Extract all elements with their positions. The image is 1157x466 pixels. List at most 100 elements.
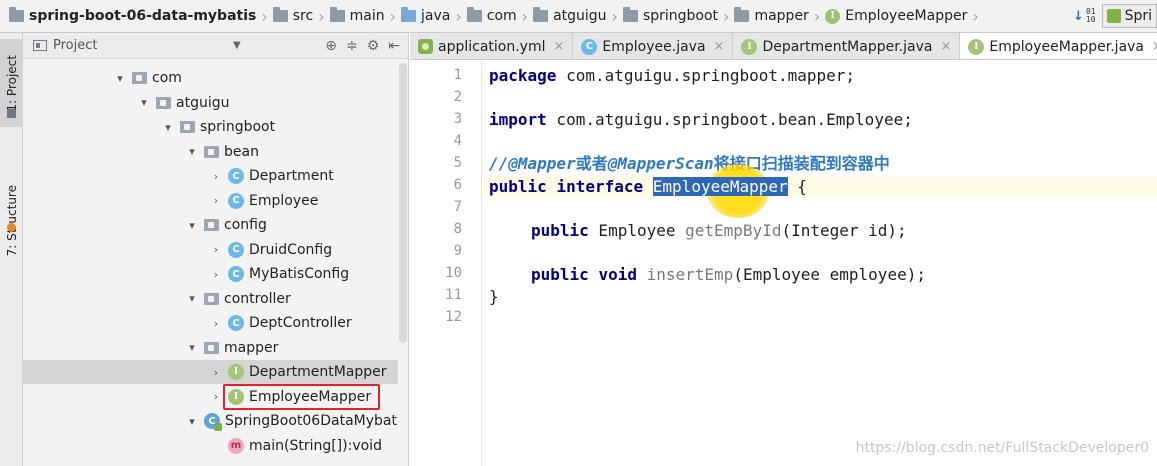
navigation-bar: spring-boot-06-data-mybatis › src › main… xyxy=(0,0,1157,33)
class-icon: C xyxy=(228,192,244,209)
chevron-down-icon[interactable]: ▾ xyxy=(113,72,127,85)
tab-employee-java[interactable]: C Employee.java × xyxy=(573,33,734,59)
run-configuration-label: Spri xyxy=(1124,8,1152,24)
package-icon xyxy=(204,292,219,305)
line-number: 4 xyxy=(453,133,462,149)
chevron-down-icon[interactable]: ▾ xyxy=(137,96,151,109)
chevron-right-icon[interactable]: › xyxy=(209,194,223,207)
chevron-down-icon[interactable]: ▾ xyxy=(185,219,199,232)
scrollbar-thumb[interactable] xyxy=(399,63,407,343)
breadcrumb-label: java xyxy=(421,8,451,24)
chevron-down-icon[interactable]: ▾ xyxy=(185,292,199,305)
tree-item-label: EmployeeMapper xyxy=(249,388,372,405)
code-line-8[interactable]: public Employee getEmpById(Integer id); xyxy=(531,220,907,242)
collapse-all-icon[interactable]: ≑ xyxy=(346,38,358,54)
tree-item-bean[interactable]: ▾ bean xyxy=(23,140,408,164)
code-text: (Integer id); xyxy=(781,221,907,240)
project-window-icon xyxy=(7,109,16,118)
close-icon[interactable]: × xyxy=(714,39,725,54)
chevron-right-icon[interactable]: › xyxy=(209,268,223,281)
tree-item-employee[interactable]: › C Employee xyxy=(23,189,408,213)
chevron-right-icon[interactable]: › xyxy=(209,317,223,330)
chevron-right-icon[interactable]: › xyxy=(209,390,223,403)
tab-label: DepartmentMapper.java xyxy=(762,38,933,55)
comment-text: 或者 xyxy=(575,154,608,173)
code-line-6[interactable]: public interface EmployeeMapper { xyxy=(489,176,807,198)
tree-item-com[interactable]: ▾ com xyxy=(23,66,408,90)
tree-item-department[interactable]: › C Department xyxy=(23,164,408,188)
chevron-right-icon[interactable]: › xyxy=(209,243,223,256)
tree-item-label: com xyxy=(152,70,182,86)
tab-application-yml[interactable]: application.yml × xyxy=(410,33,574,59)
line-number: 12 xyxy=(445,309,462,325)
breadcrumb-springboot[interactable]: springboot xyxy=(620,7,721,24)
tree-item-mybatisconfig[interactable]: › C MyBatisConfig xyxy=(23,262,408,286)
close-icon[interactable]: × xyxy=(1152,39,1157,54)
breadcrumb-employeemapper[interactable]: I EmployeeMapper xyxy=(822,8,970,24)
breadcrumb-main[interactable]: main xyxy=(327,7,388,24)
interface-icon: I xyxy=(228,388,244,405)
breadcrumb-label: spring-boot-06-data-mybatis xyxy=(29,8,257,24)
project-title[interactable]: Project xyxy=(53,38,97,53)
method-icon: m xyxy=(228,437,244,454)
chevron-right-icon[interactable]: › xyxy=(209,170,223,183)
binary-icon[interactable]: 01 10 xyxy=(1086,8,1096,24)
chevron-down-icon[interactable]: ▾ xyxy=(185,145,199,158)
keyword: import xyxy=(489,110,547,129)
code-line-11[interactable]: } xyxy=(489,286,499,308)
tree-item-mapper[interactable]: ▾ mapper xyxy=(23,336,408,360)
line-number: 5 xyxy=(453,155,462,171)
keyword: public xyxy=(531,221,589,240)
chevron-down-icon[interactable]: ▾ xyxy=(161,121,175,134)
chevron-down-icon[interactable]: ▾ xyxy=(185,415,199,428)
tree-item-config[interactable]: ▾ config xyxy=(23,213,408,237)
tree-item-springboot06datamybatis[interactable]: ▾ C SpringBoot06DataMybatis xyxy=(23,409,408,433)
chevron-right-icon[interactable]: › xyxy=(209,366,223,379)
tab-label: application.yml xyxy=(438,38,546,55)
chevron-down-icon[interactable]: ▼ xyxy=(233,40,241,51)
breadcrumb-label: com xyxy=(486,8,517,24)
tree-item-departmentmapper[interactable]: › I DepartmentMapper xyxy=(23,360,408,384)
close-icon[interactable]: × xyxy=(940,39,951,54)
tree-item-employeemapper[interactable]: › I EmployeeMapper xyxy=(23,385,408,409)
run-configuration-select[interactable]: Spri xyxy=(1101,4,1157,28)
tree-item-springboot[interactable]: ▾ springboot xyxy=(23,115,408,139)
breadcrumb-separator: › xyxy=(972,6,979,26)
sort-down-icon[interactable]: ↓ xyxy=(1073,9,1084,24)
code-text: com.atguigu.springboot.mapper; xyxy=(556,66,856,85)
package-icon xyxy=(180,121,195,133)
comment-text: //@Mapper xyxy=(489,154,576,173)
locate-target-icon[interactable]: ⊕ xyxy=(325,38,337,54)
package-icon xyxy=(734,7,750,22)
tab-departmentmapper-java[interactable]: I DepartmentMapper.java × xyxy=(733,33,961,59)
tree-item-controller[interactable]: ▾ controller xyxy=(23,287,408,311)
code-line-1[interactable]: package com.atguigu.springboot.mapper; xyxy=(489,65,855,87)
tree-item-druidconfig[interactable]: › C DruidConfig xyxy=(23,238,408,262)
tab-employeemapper-java[interactable]: I EmployeeMapper.java × xyxy=(960,33,1157,59)
chevron-down-icon[interactable]: ▾ xyxy=(185,341,199,354)
keyword: public xyxy=(531,265,589,284)
close-icon[interactable]: × xyxy=(554,39,565,54)
breadcrumb-mapper[interactable]: mapper xyxy=(731,7,811,24)
tree-item-main-string-void[interactable]: m main(String[]):void xyxy=(23,434,408,458)
tree-item-deptcontroller[interactable]: › C DeptController xyxy=(23,311,408,335)
breadcrumb-module[interactable]: spring-boot-06-data-mybatis xyxy=(6,7,259,24)
interface-icon: I xyxy=(825,8,841,24)
breadcrumb-com[interactable]: com xyxy=(464,7,520,24)
code-line-5[interactable]: //@Mapper或者@MapperScan将接口扫描装配到容器中 xyxy=(489,153,890,175)
tree-item-atguigu[interactable]: ▾ atguigu xyxy=(23,91,408,115)
breadcrumb-src[interactable]: src xyxy=(270,7,316,24)
hide-panel-icon[interactable]: ⇤ xyxy=(388,38,400,54)
breadcrumb-java[interactable]: java xyxy=(398,7,453,24)
structure-tool-tab[interactable]: 7: Structure xyxy=(0,173,23,269)
source-folder-icon xyxy=(401,7,416,22)
gear-icon[interactable]: ⚙ xyxy=(367,38,380,54)
line-number: 10 xyxy=(445,265,462,281)
keyword: interface xyxy=(556,177,644,196)
code-line-3[interactable]: import com.atguigu.springboot.bean.Emplo… xyxy=(489,109,913,131)
breadcrumb-atguigu[interactable]: atguigu xyxy=(530,7,609,24)
project-scrollbar[interactable] xyxy=(398,59,408,466)
code-line-10[interactable]: public void insertEmp(Employee employee)… xyxy=(531,264,926,286)
code-editor[interactable]: package com.atguigu.springboot.mapper; i… xyxy=(483,60,1157,466)
comment-text: @MapperScan xyxy=(607,154,714,173)
